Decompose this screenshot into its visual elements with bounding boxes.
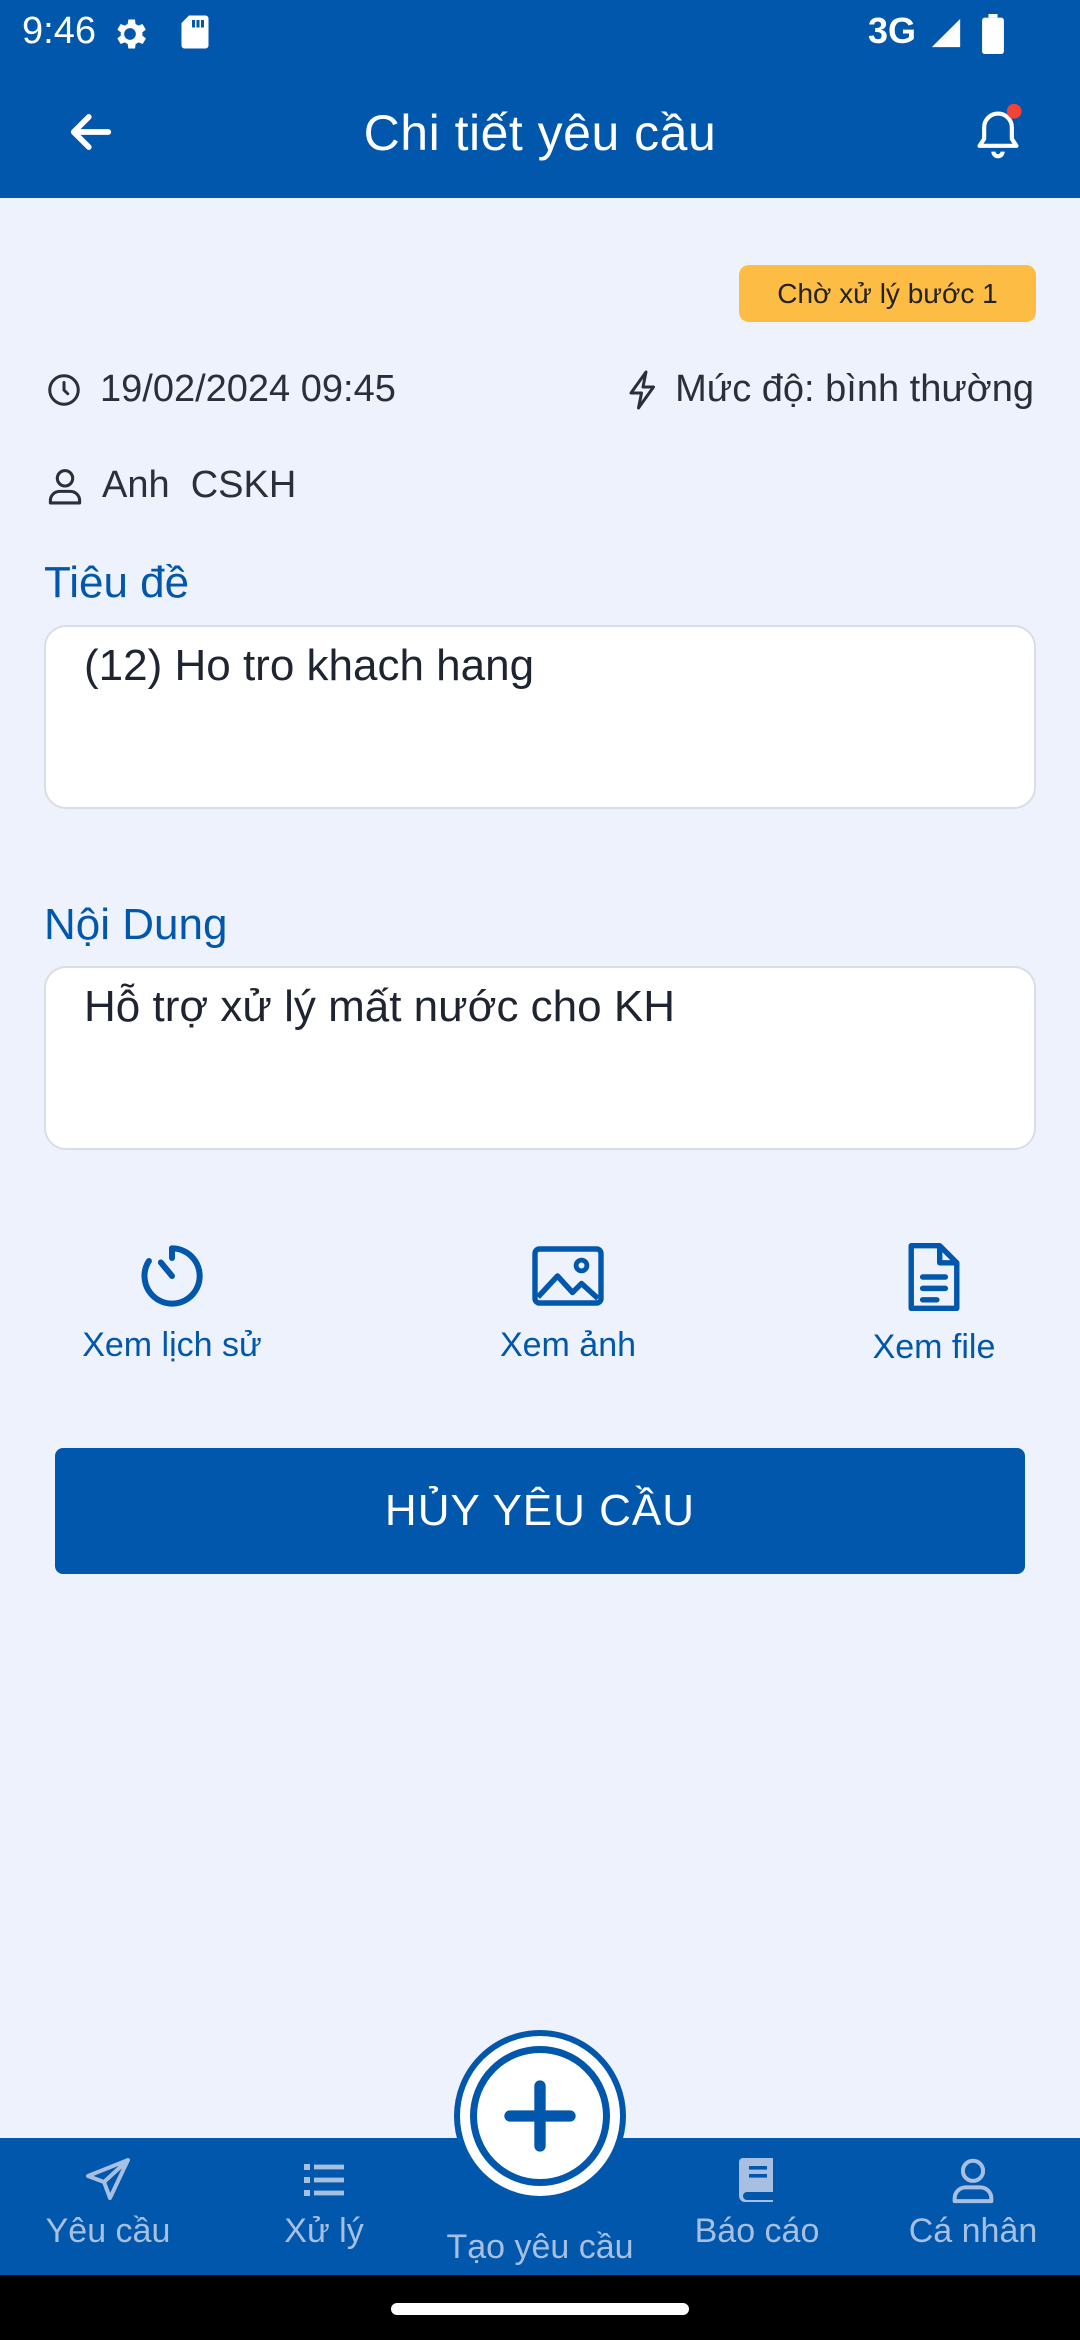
user-icon (952, 2158, 994, 2204)
gesture-navigation-area (0, 2275, 1080, 2340)
create-request-fab[interactable] (454, 2030, 626, 2202)
book-icon (739, 2158, 773, 2202)
view-file-label: Xem file (872, 1328, 996, 1366)
nav-label-create: Tạo yêu cầu (446, 2228, 634, 2266)
nav-item-processing[interactable]: Xử lý (224, 2156, 424, 2251)
image-icon (532, 1246, 604, 1306)
content-label: Nội Dung (44, 900, 228, 949)
nav-label-reports: Báo cáo (694, 2212, 820, 2250)
nav-item-profile[interactable]: Cá nhân (873, 2156, 1073, 2251)
history-icon (141, 1245, 203, 1307)
request-user: Anh CSKH (46, 464, 296, 507)
title-label: Tiêu đề (44, 558, 190, 607)
lightning-icon (629, 370, 656, 409)
cancel-request-button[interactable]: HỦY YÊU CẦU (55, 1448, 1025, 1574)
nav-label-requests: Yêu cầu (45, 2212, 171, 2250)
fab-ring (470, 2046, 610, 2186)
request-priority: Mức độ: bình thường (625, 368, 1034, 411)
file-icon (908, 1242, 960, 1312)
battery-icon (982, 14, 1004, 54)
page-title: Chi tiết yêu cầu (363, 105, 717, 161)
clock-icon (48, 373, 80, 406)
notification-dot (1006, 103, 1022, 119)
list-icon (304, 2164, 344, 2196)
view-history-button[interactable]: Xem lịch sử (42, 1240, 302, 1365)
nav-item-create[interactable]: Tạo yêu cầu (432, 2220, 648, 2267)
bell-icon[interactable] (970, 102, 1026, 162)
status-bar: 9:46 3G (0, 0, 1080, 66)
view-image-label: Xem ảnh (499, 1326, 637, 1364)
view-image-button[interactable]: Xem ảnh (438, 1240, 698, 1365)
nav-item-requests[interactable]: Yêu cầu (8, 2156, 208, 2251)
app-bar: Chi tiết yêu cầu (0, 66, 1080, 198)
status-badge: Chờ xử lý bước 1 (739, 265, 1036, 322)
nav-label-profile: Cá nhân (908, 2212, 1038, 2250)
request-datetime: 19/02/2024 09:45 (46, 368, 396, 411)
title-field[interactable]: (12) Ho tro khach hang (44, 625, 1036, 809)
home-gesture-bar[interactable] (391, 2303, 689, 2315)
send-icon (86, 2158, 130, 2200)
datetime-text: 19/02/2024 09:45 (100, 368, 396, 410)
content-field[interactable]: Hỗ trợ xử lý mất nước cho KH (44, 966, 1036, 1150)
user-icon (48, 468, 82, 504)
priority-text: Mức độ: bình thường (675, 368, 1034, 410)
settings-icon (117, 19, 146, 49)
nav-item-reports[interactable]: Báo cáo (657, 2156, 857, 2251)
plus-icon (504, 2080, 576, 2152)
user-text: Anh CSKH (102, 464, 297, 506)
signal-icon (931, 18, 961, 48)
view-file-button[interactable]: Xem file (804, 1240, 1064, 1367)
network-type: 3G (868, 10, 917, 51)
nav-label-processing: Xử lý (284, 2212, 364, 2250)
sd-card-icon (181, 15, 209, 49)
status-time: 9:46 (22, 10, 96, 52)
view-history-label: Xem lịch sử (82, 1326, 262, 1364)
